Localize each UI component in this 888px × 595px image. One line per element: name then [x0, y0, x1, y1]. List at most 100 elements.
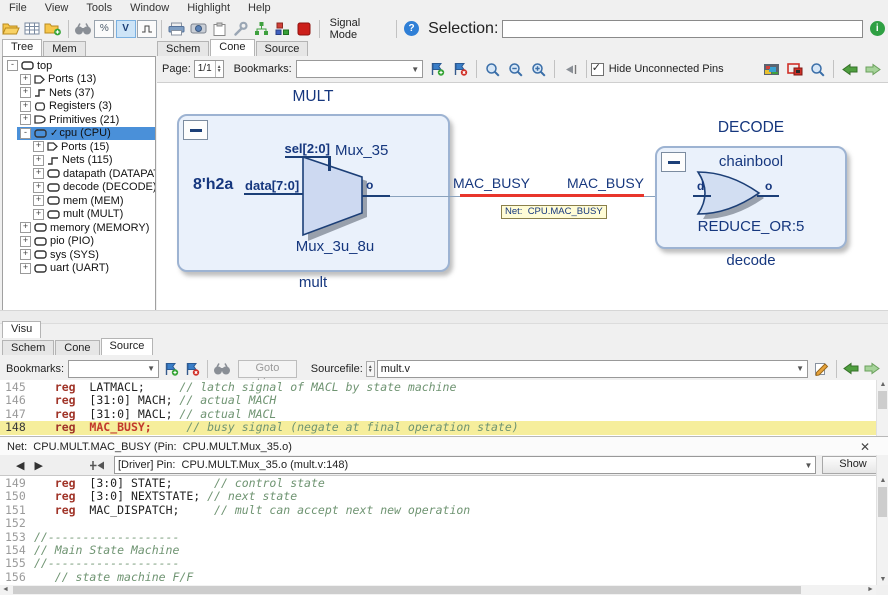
search-binoculars-icon[interactable]	[73, 19, 94, 39]
gate-output-pin-label[interactable]: o	[765, 179, 772, 193]
source-bookmarks-combo[interactable]: ▼	[68, 360, 159, 378]
mux-instance-name[interactable]: Mux_35	[335, 142, 388, 159]
expand-expander-icon[interactable]: +	[20, 87, 31, 98]
gate-type-label[interactable]: REDUCE_OR:5	[685, 218, 817, 235]
gate-input-stub[interactable]	[693, 195, 711, 197]
net-wire-segment[interactable]	[390, 196, 460, 197]
tools-wrench-icon[interactable]	[230, 19, 251, 39]
tree-item-memory[interactable]: +memory (MEMORY)	[3, 221, 155, 235]
data-pin-wire[interactable]	[244, 193, 303, 195]
show-button[interactable]: Show	[822, 456, 884, 474]
tree-item-mult[interactable]: +mult (MULT)	[3, 208, 155, 222]
mux-type-label[interactable]: Mux_3u_8u	[275, 238, 395, 255]
snapshot-icon[interactable]	[187, 19, 208, 39]
tree-item-sys[interactable]: +sys (SYS)	[3, 248, 155, 262]
code-line-152[interactable]: 152	[0, 517, 876, 530]
code-line-146[interactable]: 146 reg [31:0] MACH; // actual MACH	[0, 394, 876, 407]
zoom-area-icon[interactable]	[806, 59, 829, 79]
tree-item-registers[interactable]: +Registers (3)	[3, 100, 155, 114]
collapse-decode-button[interactable]	[661, 152, 686, 172]
nav-forward-icon[interactable]	[861, 59, 884, 79]
vertical-scrollbar-bottom[interactable]: ▲ ▼	[876, 455, 888, 585]
scroll-down-icon[interactable]: ▼	[877, 575, 888, 585]
menu-view[interactable]: View	[36, 2, 78, 14]
vertical-scrollbar-thumb[interactable]	[878, 391, 887, 409]
goto-line-button[interactable]: Goto Line	[238, 360, 297, 378]
nav-forward-icon[interactable]	[862, 359, 883, 379]
tree-item-mem[interactable]: +mem (MEM)	[3, 194, 155, 208]
code-line-150[interactable]: 150 reg [3:0] NEXTSTATE; // next state	[0, 490, 876, 503]
tree-item-datapath[interactable]: +datapath (DATAPATH)	[3, 167, 155, 181]
percent-mode-icon[interactable]: %	[94, 19, 115, 39]
bookmarks-combo[interactable]: ▼	[296, 60, 423, 78]
expand-expander-icon[interactable]: +	[20, 101, 31, 112]
expand-expander-icon[interactable]: +	[33, 155, 44, 166]
nav-back-icon[interactable]	[838, 59, 861, 79]
tree-item-top[interactable]: -top	[3, 59, 155, 73]
panel-splitter[interactable]	[0, 310, 888, 324]
sel-pin-label[interactable]: sel[2:0]	[257, 141, 330, 156]
info-icon[interactable]: i	[867, 19, 888, 39]
scroll-right-icon[interactable]: ►	[865, 585, 876, 595]
driver-pin-combo[interactable]: [Driver] Pin: CPU.MULT.Mux_35.o (mult.v:…	[114, 456, 816, 474]
decode-module-title[interactable]: DECODE	[691, 119, 811, 137]
code-line-153[interactable]: 153//-------------------	[0, 531, 876, 544]
tree-item-uart[interactable]: +uart (UART)	[3, 262, 155, 276]
code-line-151[interactable]: 151 reg MAC_DISPATCH; // mult can accept…	[0, 504, 876, 517]
mux-output-pin-label[interactable]: o	[366, 178, 373, 192]
tree-item-decode[interactable]: +decode (DECODE)	[3, 181, 155, 195]
tree-item-cpu[interactable]: -✓cpu (CPU)	[3, 127, 155, 141]
tab-visu[interactable]: Visu	[2, 321, 41, 338]
menu-tools[interactable]: Tools	[77, 2, 121, 14]
nav-back-icon[interactable]	[841, 359, 862, 379]
next-connection-icon[interactable]: ▶	[34, 459, 42, 472]
data-pin-label[interactable]: data[7:0]	[245, 178, 299, 193]
gate-output-stub[interactable]	[757, 195, 779, 197]
expand-expander-icon[interactable]: +	[20, 236, 31, 247]
collapse-expander-icon[interactable]: -	[20, 128, 31, 139]
expand-expander-icon[interactable]: +	[20, 263, 31, 274]
source-code-view-top[interactable]: 145 reg LATMACL; // latch signal of MACL…	[0, 380, 876, 437]
tab-cone[interactable]: Cone	[210, 39, 254, 56]
design-hierarchy-tree[interactable]: -top+Ports (13)+Nets (37)+Registers (3)+…	[2, 56, 156, 312]
selection-input[interactable]	[502, 20, 862, 38]
menu-file[interactable]: File	[0, 2, 36, 14]
code-line-155[interactable]: 155//-------------------	[0, 557, 876, 570]
zoom-out-icon[interactable]	[504, 59, 527, 79]
mult-instance-label[interactable]: mult	[253, 274, 373, 291]
expand-expander-icon[interactable]: +	[33, 182, 44, 193]
bookmark-delete-icon[interactable]	[182, 359, 203, 379]
help-icon[interactable]: ?	[401, 19, 422, 39]
tree-item-nets[interactable]: +Nets (37)	[3, 86, 155, 100]
zoom-in-icon[interactable]	[527, 59, 550, 79]
tab-schem[interactable]: Schem	[157, 41, 209, 56]
zoom-icon[interactable]	[481, 59, 504, 79]
scroll-up-icon[interactable]: ▲	[877, 476, 888, 486]
vertical-scrollbar-thumb[interactable]	[878, 487, 887, 517]
close-icon[interactable]: ✕	[860, 440, 870, 454]
stop-icon[interactable]	[293, 19, 314, 39]
report-clipboard-icon[interactable]	[209, 19, 230, 39]
search-binoculars-icon[interactable]	[212, 359, 233, 379]
bookmark-add-icon[interactable]	[162, 359, 183, 379]
tree-item-pio[interactable]: +pio (PIO)	[3, 235, 155, 249]
expand-expander-icon[interactable]: +	[33, 195, 44, 206]
code-line-148[interactable]: 148 reg MAC_BUSY; // busy signal (negate…	[0, 421, 876, 434]
sourcefile-spinner[interactable]: ▲▼	[366, 361, 375, 377]
expand-expander-icon[interactable]: +	[20, 114, 31, 125]
code-line-149[interactable]: 149 reg [3:0] STATE; // control state	[0, 477, 876, 490]
source-code-view-bottom[interactable]: 149 reg [3:0] STATE; // control state150…	[0, 476, 876, 586]
scroll-left-icon[interactable]: ◄	[0, 585, 11, 595]
expand-expander-icon[interactable]: +	[20, 222, 31, 233]
tree-item-nets[interactable]: +Nets (115)	[3, 154, 155, 168]
signal-mode-button[interactable]: Signal Mode	[324, 17, 392, 41]
expand-expander-icon[interactable]: +	[33, 141, 44, 152]
overview-map-icon[interactable]	[760, 59, 783, 79]
hide-unconnected-pins-checkbox[interactable]	[591, 63, 604, 76]
highlighted-net-wire[interactable]	[460, 194, 644, 197]
edit-source-icon[interactable]	[812, 359, 833, 379]
menu-highlight[interactable]: Highlight	[178, 2, 239, 14]
tree-item-ports[interactable]: +Ports (15)	[3, 140, 155, 154]
tab-source[interactable]: Source	[256, 41, 309, 56]
print-icon[interactable]	[166, 19, 187, 39]
